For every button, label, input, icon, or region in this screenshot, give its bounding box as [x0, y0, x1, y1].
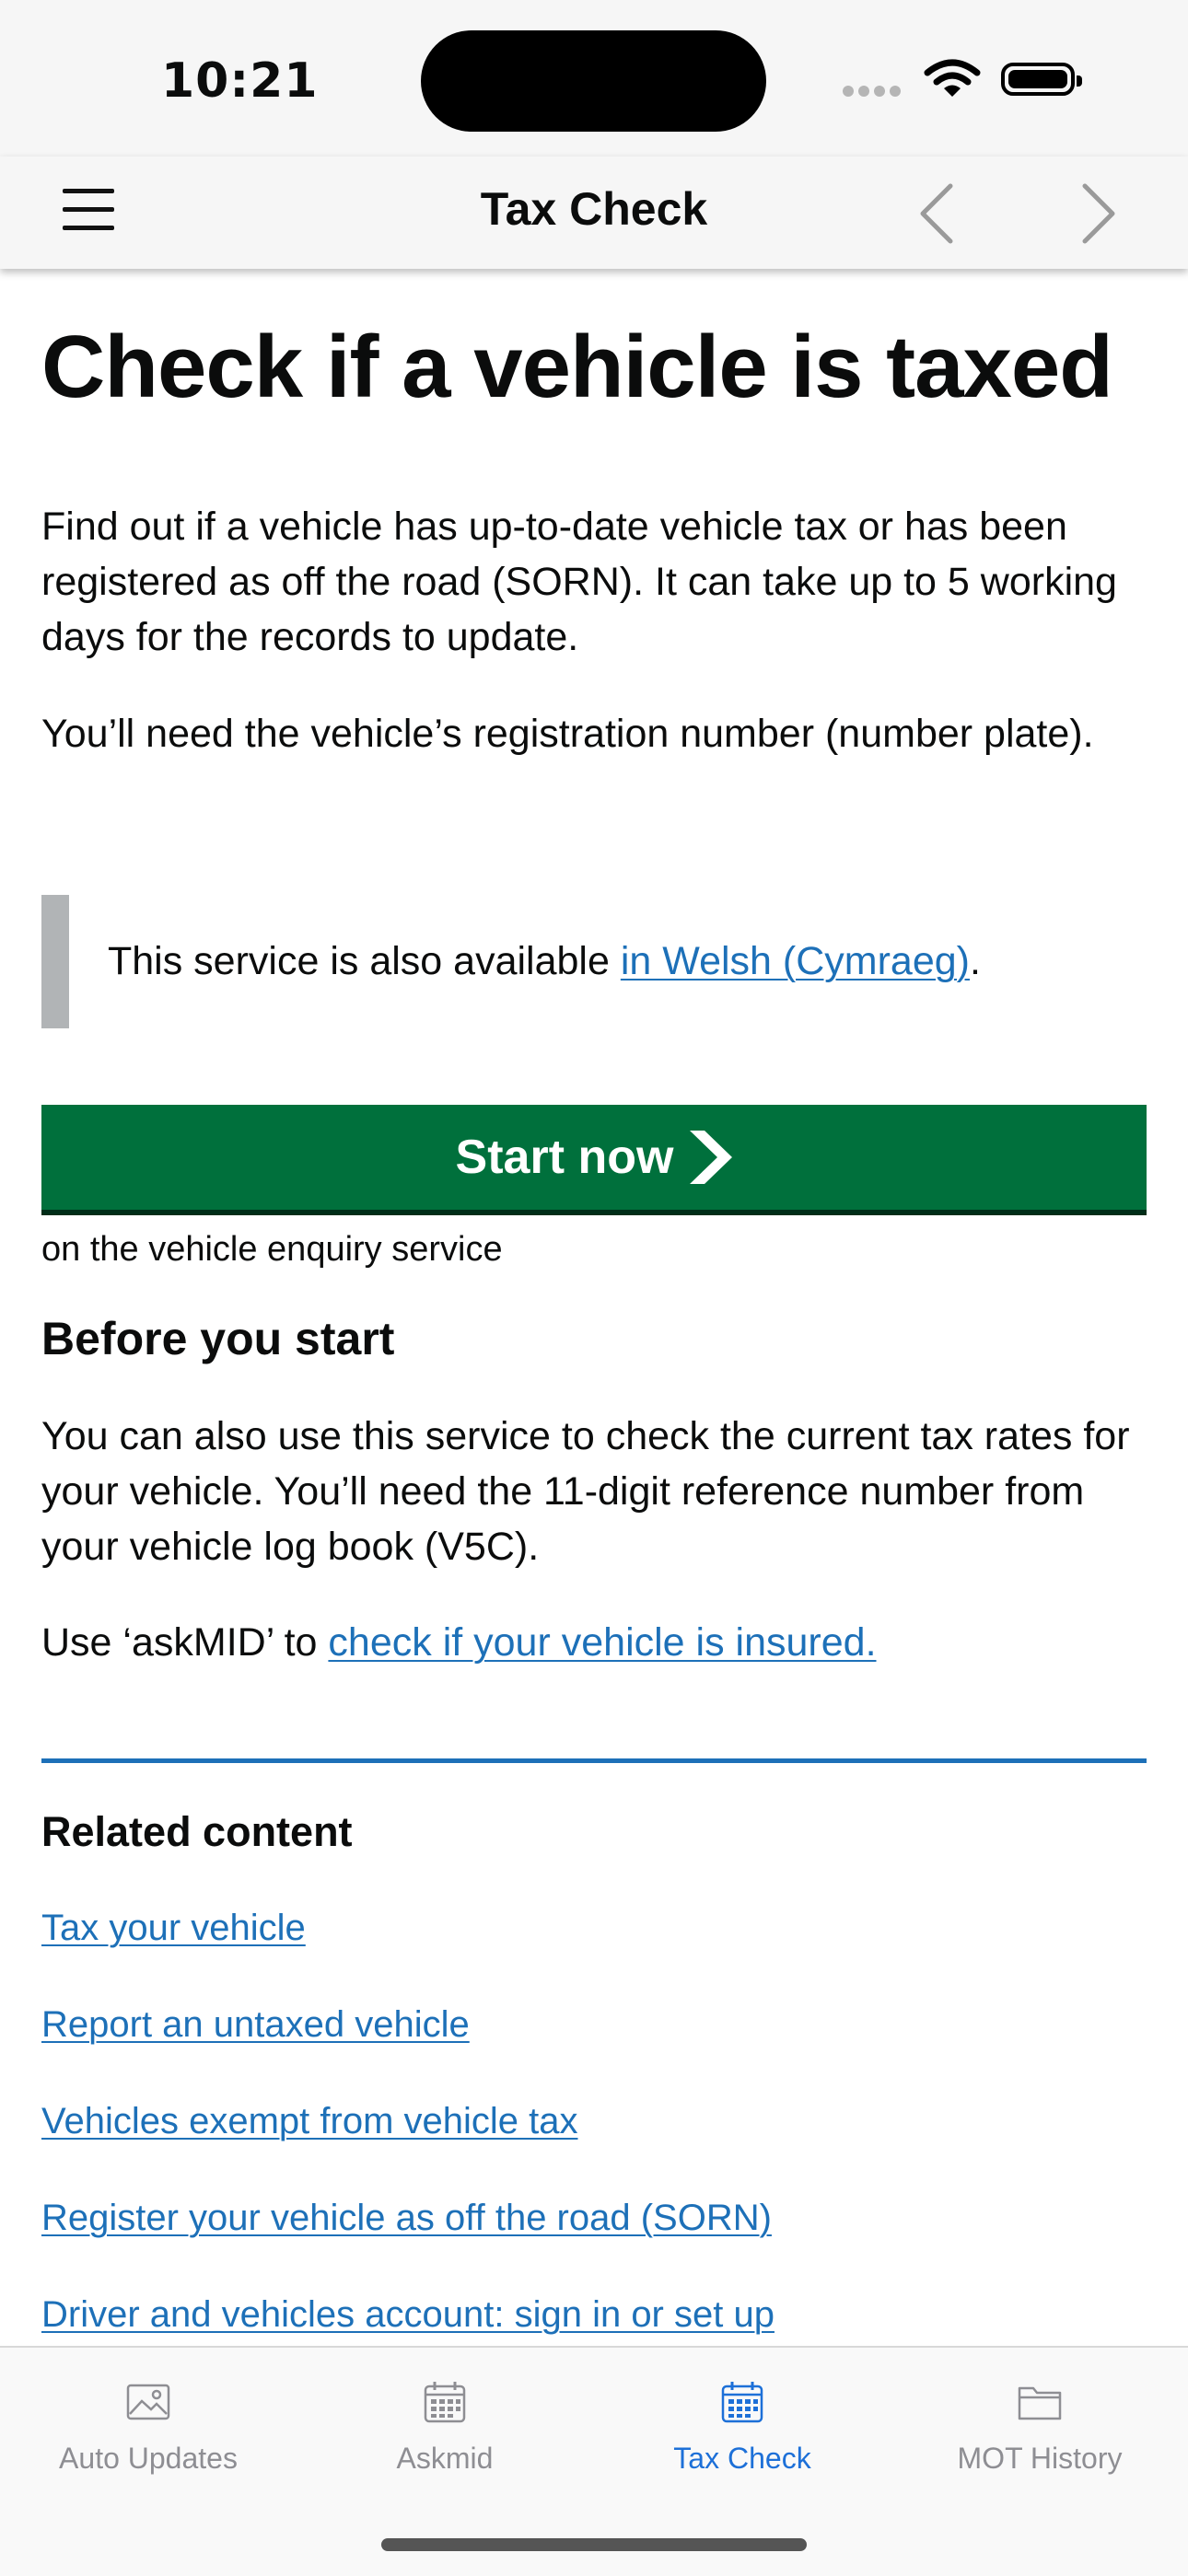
related-link-exempt[interactable]: Vehicles exempt from vehicle tax [41, 2095, 577, 2147]
intro-paragraph: Find out if a vehicle has up-to-date veh… [41, 505, 1117, 659]
need-paragraph: You’ll need the vehicle’s registration n… [41, 712, 1094, 756]
related-divider [41, 1758, 1147, 1763]
welsh-link[interactable]: in Welsh (Cymraeg) [621, 939, 970, 983]
tab-mot-history[interactable]: MOT History [891, 2348, 1188, 2504]
status-time: 10:21 [161, 53, 319, 109]
navigation-bar: Tax Check [0, 157, 1188, 269]
inset-bar [41, 895, 69, 1028]
welsh-inset: This service is also available in Welsh … [41, 895, 1147, 1028]
related-link-tax-vehicle[interactable]: Tax your vehicle [41, 1902, 306, 1954]
tab-label: MOT History [957, 2442, 1123, 2475]
askmid-link[interactable]: check if your vehicle is insured. [328, 1620, 876, 1665]
related-link-sorn[interactable]: Register your vehicle as off the road (S… [41, 2192, 772, 2244]
home-indicator [381, 2538, 807, 2551]
before-heading: Before you start [41, 1313, 395, 1364]
tab-tax-check[interactable]: Tax Check [594, 2348, 891, 2504]
before-paragraph: You can also use this service to check t… [41, 1414, 1130, 1569]
related-link-account[interactable]: Driver and vehicles account: sign in or … [41, 2289, 775, 2340]
inset-text: This service is also available in Welsh … [108, 934, 981, 989]
back-chevron-icon[interactable] [912, 177, 967, 250]
tab-askmid[interactable]: Askmid [297, 2348, 593, 2504]
cellular-signal-icon [843, 85, 905, 101]
page-title: Check if a vehicle is taxed [41, 318, 1113, 416]
inset-suffix: . [969, 939, 981, 983]
start-note: on the vehicle enquiry service [41, 1230, 503, 1269]
askmid-paragraph: Use ‘askMID’ to check if your vehicle is… [41, 1615, 1147, 1670]
wifi-icon [924, 58, 981, 105]
battery-icon [1001, 63, 1082, 96]
tab-label: Askmid [396, 2442, 494, 2475]
related-link-report-untaxed[interactable]: Report an untaxed vehicle [41, 1999, 470, 2050]
start-now-label: Start now [455, 1131, 674, 1184]
tab-label: Auto Updates [59, 2442, 238, 2475]
dynamic-island [421, 30, 766, 132]
tab-auto-updates[interactable]: Auto Updates [0, 2348, 297, 2504]
related-heading: Related content [41, 1808, 353, 1855]
calendar-icon [422, 2379, 468, 2425]
tab-label: Tax Check [673, 2442, 811, 2475]
chevron-right-icon [690, 1131, 733, 1184]
askmid-prefix: Use ‘askMID’ to [41, 1620, 329, 1665]
nav-title: Tax Check [480, 183, 708, 235]
photo-icon [125, 2379, 171, 2425]
calendar-icon [719, 2379, 765, 2425]
status-bar: 10:21 [0, 0, 1188, 157]
inset-prefix: This service is also available [108, 939, 621, 983]
folder-icon [1017, 2379, 1063, 2425]
start-now-button[interactable]: Start now [41, 1105, 1147, 1210]
forward-chevron-icon[interactable] [1068, 177, 1124, 250]
